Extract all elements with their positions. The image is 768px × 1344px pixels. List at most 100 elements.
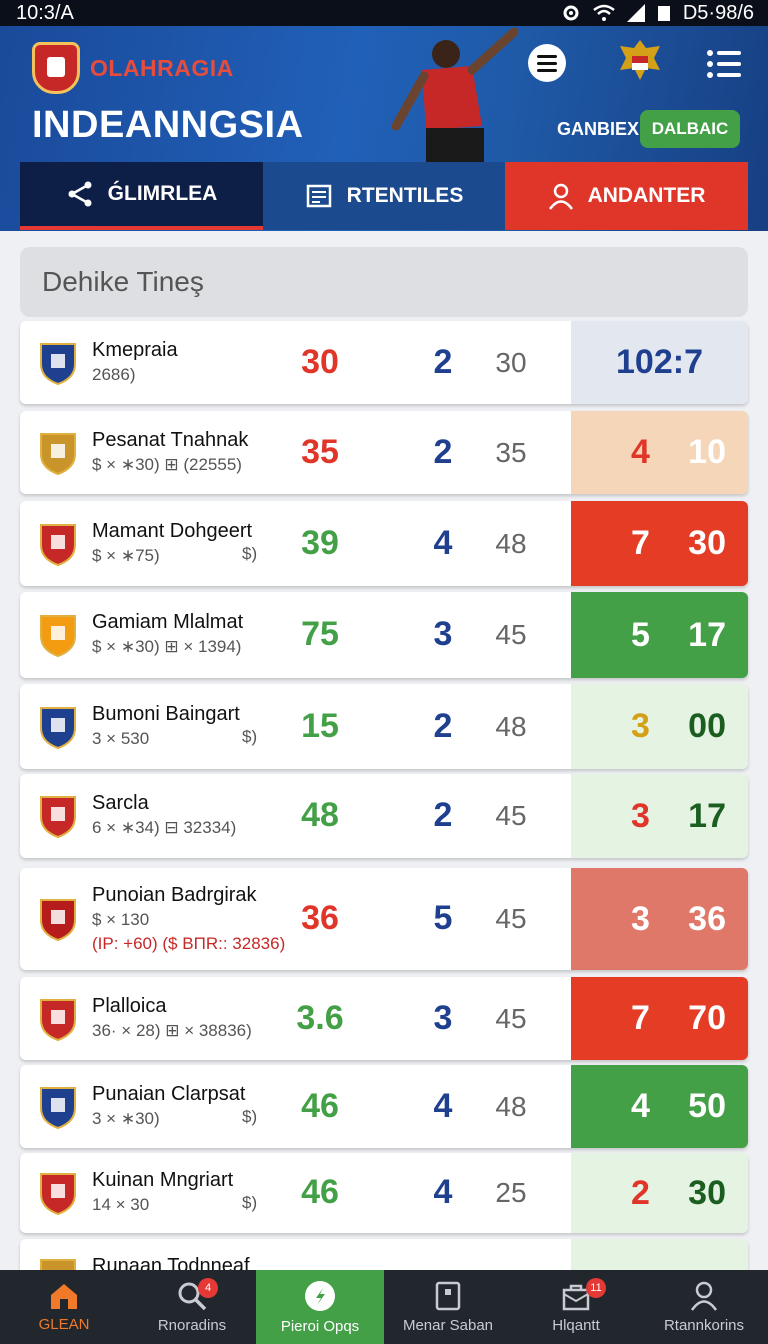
brand-name: OLAHRAGIA bbox=[90, 54, 234, 81]
currency-label: $) bbox=[242, 1193, 258, 1212]
tab-bar: ǴLIMRLEA RTENTILES ANDANTER bbox=[20, 162, 748, 230]
team-meta: 6 × ∗34) ⊟ 32334) bbox=[92, 818, 237, 837]
tab-label: ǴLIMRLEA bbox=[107, 182, 218, 205]
score-away: 10 bbox=[688, 433, 726, 471]
score-away: 36 bbox=[688, 899, 726, 938]
table-row[interactable]: Pesanat Tnahnak $ × ∗30) ⊞ (22555) 35 2 35 4 1… bbox=[20, 411, 748, 494]
stat-points: 3.6 bbox=[296, 998, 344, 1037]
stat-points: 75 bbox=[301, 615, 339, 653]
stat-played: 48 bbox=[495, 710, 527, 742]
score-box: 102:7 bbox=[571, 321, 748, 404]
stat-points: 48 bbox=[301, 796, 339, 834]
score-away: 00 bbox=[688, 707, 726, 745]
settings-icon bbox=[563, 5, 579, 21]
stat-played: 35 bbox=[495, 436, 527, 468]
stat-rank: 3 bbox=[433, 615, 453, 653]
team-crest-icon bbox=[40, 796, 76, 839]
stat-points: 30 bbox=[301, 342, 339, 381]
currency-label: $) bbox=[242, 1106, 258, 1126]
stat-points: 46 bbox=[301, 1173, 339, 1211]
nav-search[interactable]: 4 Rnoradins bbox=[128, 1270, 256, 1344]
signal-icon bbox=[626, 4, 645, 22]
score-box: 3 17 bbox=[571, 774, 748, 858]
stat-rank: 4 bbox=[433, 1173, 453, 1211]
season-button[interactable]: DALBAIC bbox=[640, 110, 740, 148]
app-header: OLAHRAGIA INDEANNGSIA GANBIEX DALBAIC ǴL… bbox=[0, 26, 768, 231]
table-row[interactable]: Bumoni Baingart 3 × 530 $) 15 2 48 3 00 bbox=[20, 684, 748, 769]
stat-rank: 2 bbox=[433, 796, 453, 834]
score-away: 30 bbox=[688, 1173, 726, 1212]
score-home: 2 bbox=[631, 1173, 650, 1212]
team-meta: $ × ∗30) ⊞ × 1394) bbox=[92, 637, 242, 656]
tablet-icon bbox=[435, 1281, 461, 1310]
team-meta: 36· × 28) ⊞ × 38836) bbox=[92, 1020, 252, 1040]
section-title: Dehike Tineş bbox=[42, 266, 204, 297]
document-icon bbox=[306, 184, 331, 208]
tab-andanter[interactable]: ANDANTER bbox=[505, 162, 748, 230]
score-away: 50 bbox=[688, 1087, 726, 1125]
score-box: 4 10 bbox=[571, 411, 748, 494]
stat-rank: 4 bbox=[433, 523, 453, 562]
status-time: 10:3/A bbox=[16, 1, 74, 24]
menu-button[interactable] bbox=[528, 44, 566, 82]
stat-rank: 2 bbox=[433, 342, 453, 381]
team-crest-icon bbox=[40, 342, 76, 385]
nav-compass[interactable]: Pieroi Opqs bbox=[256, 1270, 384, 1344]
nav-home[interactable]: GLEAN bbox=[0, 1270, 128, 1344]
score-box: 5 17 bbox=[571, 592, 748, 678]
score-box: 3 36 bbox=[571, 868, 748, 970]
table-row[interactable]: Kuinan Mngriart 14 × 30 $) 46 4 25 2 30 bbox=[20, 1153, 748, 1233]
nav-label: Menar Saban bbox=[402, 1316, 494, 1334]
team-crest-icon bbox=[40, 998, 76, 1041]
tab-rtentiles[interactable]: RTENTILES bbox=[263, 162, 505, 230]
table-row[interactable]: Mamant Dohgeert $ × ∗75) $) 39 4 48 7 30 bbox=[20, 501, 748, 586]
score-home: 4 bbox=[631, 433, 650, 471]
team-name: Kuinan Mngriart bbox=[92, 1169, 234, 1191]
brand[interactable]: OLAHRAGIA bbox=[32, 42, 234, 94]
score-home: 7 bbox=[631, 999, 650, 1037]
score-value: 102:7 bbox=[616, 343, 703, 381]
score-box: 7 30 bbox=[571, 501, 748, 586]
list-menu-icon[interactable] bbox=[706, 48, 742, 80]
stat-played: 30 bbox=[495, 346, 527, 378]
national-emblem-icon bbox=[620, 40, 660, 80]
score-home: 3 bbox=[631, 707, 650, 745]
score-box: 2 30 bbox=[571, 1153, 748, 1233]
stat-rank: 3 bbox=[433, 998, 453, 1037]
score-away: 70 bbox=[688, 999, 726, 1037]
table-row[interactable]: Kmepraia 2686) 30 2 30 102:7 bbox=[20, 321, 748, 404]
team-meta: $ × ∗30) ⊞ (22555) bbox=[92, 454, 242, 474]
tab-label: RTENTILES bbox=[346, 184, 464, 207]
stat-rank: 2 bbox=[433, 706, 453, 745]
nav-tablet[interactable]: Menar Saban bbox=[384, 1270, 512, 1344]
player-photo bbox=[391, 27, 519, 166]
team-crest-icon bbox=[40, 615, 76, 658]
team-name: Punoian Badrgirak bbox=[92, 884, 257, 906]
stat-points: 39 bbox=[301, 523, 339, 562]
nav-bag[interactable]: 11 Hlqantt bbox=[512, 1270, 640, 1344]
tab-glimrlea[interactable]: ǴLIMRLEA bbox=[20, 162, 263, 230]
table-row[interactable]: Punoian Badrgirak $ × 130 (IP: +60) ($ ΒΠR… bbox=[20, 868, 748, 970]
table-row[interactable]: Gamiam Mlalmat $ × ∗30) ⊞ × 1394) 75 3 45 5 17 bbox=[20, 592, 748, 678]
stat-rank: 4 bbox=[433, 1086, 453, 1125]
nav-profile[interactable]: Rtannkorins bbox=[640, 1270, 768, 1344]
currency-label: $) bbox=[242, 543, 258, 563]
status-right-text: D5·98/6 bbox=[682, 1, 754, 24]
table-row[interactable]: Punaian Clarpsat 3 × ∗30) $) 46 4 48 4 50 bbox=[20, 1065, 748, 1148]
stat-points: 36 bbox=[301, 899, 339, 937]
score-box: 7 70 bbox=[571, 977, 748, 1060]
team-name: Bumoni Baingart bbox=[92, 702, 240, 725]
score-box: 4 50 bbox=[571, 1065, 748, 1148]
stat-played: 45 bbox=[495, 800, 527, 831]
team-meta: $ × ∗75) bbox=[92, 545, 160, 565]
table-row[interactable]: Plalloica 36· × 28) ⊞ × 38836) 3.6 3 45 7 70 bbox=[20, 977, 748, 1060]
section-header: Dehike Tineş bbox=[20, 247, 748, 317]
stat-points: 46 bbox=[301, 1086, 339, 1125]
team-crest-icon bbox=[40, 432, 76, 475]
compass-icon bbox=[305, 1280, 335, 1311]
stat-played: 45 bbox=[495, 903, 527, 934]
table-row[interactable]: Sarcla 6 × ∗34) ⊟ 32334) 48 2 45 3 17 bbox=[20, 774, 748, 858]
team-meta: 3 × ∗30) bbox=[92, 1108, 160, 1128]
score-home: 3 bbox=[631, 796, 650, 835]
nav-label: Rnoradins bbox=[157, 1316, 227, 1334]
